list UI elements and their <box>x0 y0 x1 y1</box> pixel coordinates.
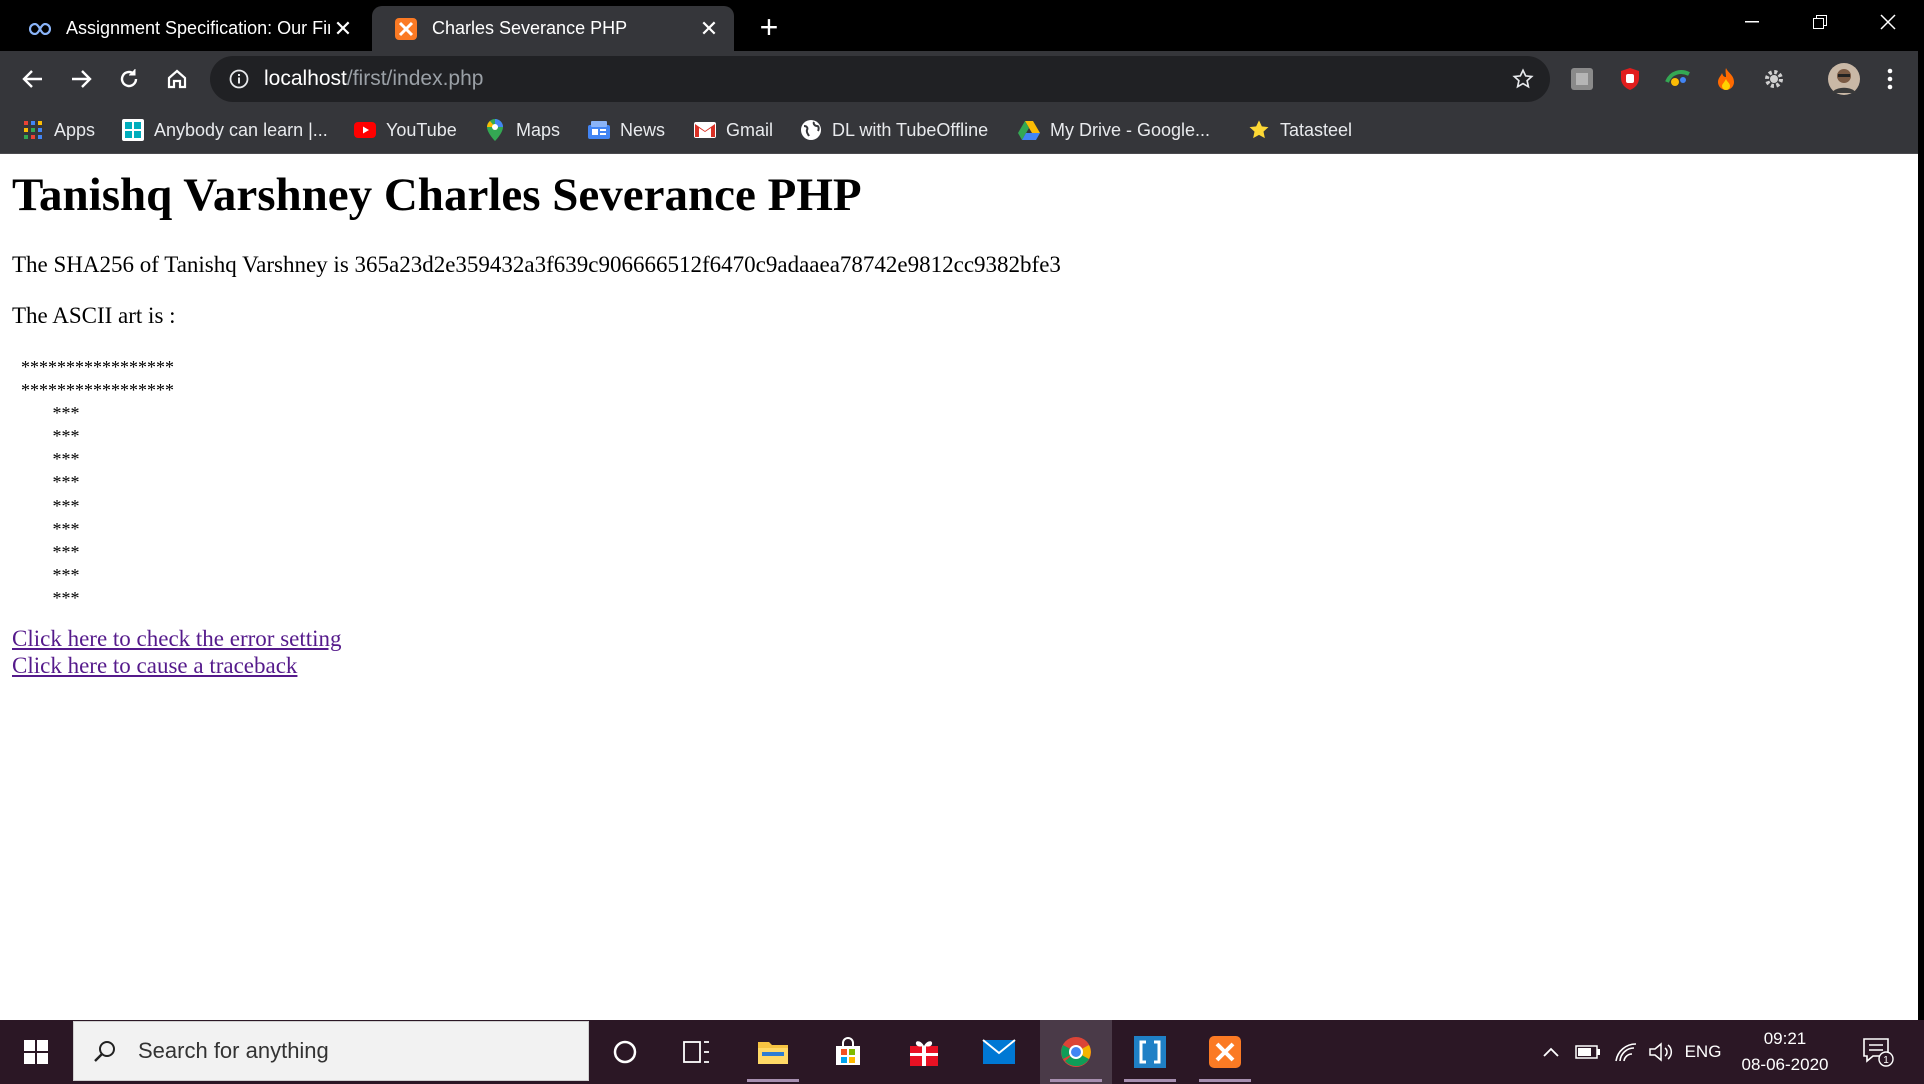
bookmark-label: DL with TubeOffline <box>832 119 989 140</box>
task-view-icon[interactable] <box>661 1020 733 1084</box>
traceback-link[interactable]: Click here to cause a traceback <box>12 653 297 679</box>
system-clock[interactable]: 09:21 08-06-2020 <box>1730 1026 1840 1078</box>
bookmark-label: Gmail <box>726 119 774 140</box>
tab-title: Assignment Specification: Our Fir <box>66 18 330 38</box>
url-path: /first/index.php <box>346 67 484 90</box>
extension-grey-icon[interactable] <box>1566 63 1598 95</box>
page-heading: Tanishq Varshney Charles Severance PHP <box>12 169 862 221</box>
bookmark-maps[interactable]: Maps <box>484 114 560 146</box>
error-setting-link[interactable]: Click here to check the error setting <box>12 626 342 652</box>
action-center-icon[interactable]: 1 <box>1856 1020 1900 1084</box>
bookmark-news[interactable]: News <box>588 114 665 146</box>
bookmark-label: Anybody can learn |... <box>154 119 328 140</box>
globe-icon <box>800 119 822 141</box>
input-language-indicator[interactable]: ENG <box>1680 1020 1726 1084</box>
ascii-art: ***************** ***************** *** … <box>21 357 174 608</box>
battery-icon[interactable] <box>1572 1020 1604 1084</box>
xampp-taskbar-icon[interactable] <box>1189 1020 1261 1084</box>
colorful-extension-icon[interactable] <box>1662 63 1694 95</box>
gmail-icon <box>694 119 716 141</box>
bookmark-label: News <box>620 119 666 140</box>
xampp-icon <box>394 17 418 41</box>
restore-icon[interactable] <box>1786 0 1854 44</box>
bookmark-youtube[interactable]: YouTube <box>354 114 457 146</box>
minimize-icon[interactable] <box>1718 0 1786 44</box>
bookmark-apps[interactable]: Apps <box>22 114 95 146</box>
gift-app-icon[interactable] <box>888 1020 960 1084</box>
apps-grid-icon <box>22 119 44 141</box>
tab-strip: Assignment Specification: Our Fir ✕ Char… <box>0 0 1924 51</box>
drive-icon <box>1018 119 1040 141</box>
code-org-icon <box>122 119 144 141</box>
bookmark-label: My Drive - Google... <box>1050 119 1211 140</box>
bookmark-dl-with-tubeoffline[interactable]: DL with TubeOffline <box>800 114 988 146</box>
youtube-icon <box>354 119 376 141</box>
star-bookmark-icon <box>1248 119 1270 141</box>
back-arrow-icon[interactable] <box>15 61 51 97</box>
search-placeholder: Search for anything <box>138 1038 329 1063</box>
clock-time: 09:21 <box>1763 1029 1807 1048</box>
search-icon <box>90 1036 120 1066</box>
windows-taskbar: Search for anything ENG 09:21 08-06-2020 <box>0 1020 1924 1084</box>
microsoft-store-icon[interactable] <box>812 1020 884 1084</box>
windows-start-icon[interactable] <box>0 1020 72 1084</box>
maps-pin-icon <box>484 119 506 141</box>
bookmark-gmail[interactable]: Gmail <box>694 114 773 146</box>
bookmark-tatasteel[interactable]: Tatasteel <box>1248 114 1352 146</box>
show-hidden-icons-chevron-icon[interactable] <box>1536 1020 1566 1084</box>
bookmark-label: Tatasteel <box>1280 119 1353 140</box>
chrome-menu-icon[interactable] <box>1874 63 1906 95</box>
bookmark-my-drive[interactable]: My Drive - Google... <box>1018 114 1210 146</box>
taskbar-search-box[interactable]: Search for anything <box>73 1021 589 1081</box>
bookmark-anybody-can-learn[interactable]: Anybody can learn |... <box>122 114 328 146</box>
new-tab-plus-icon[interactable]: + <box>752 10 786 44</box>
mail-icon[interactable] <box>963 1020 1035 1084</box>
page-content: Tanishq Varshney Charles Severance PHP T… <box>0 154 1918 1020</box>
tab-close-icon[interactable]: ✕ <box>696 16 722 42</box>
forward-arrow-icon[interactable] <box>63 61 99 97</box>
news-icon <box>588 119 610 141</box>
wifi-icon[interactable] <box>1610 1020 1642 1084</box>
adblock-shield-icon[interactable] <box>1614 63 1646 95</box>
sha256-text: The SHA256 of Tanishq Varshney is 365a23… <box>12 252 1061 277</box>
profile-avatar[interactable] <box>1826 61 1862 97</box>
home-icon[interactable] <box>159 61 195 97</box>
cortana-icon[interactable] <box>589 1020 661 1084</box>
volume-icon[interactable] <box>1645 1020 1677 1084</box>
window-edge <box>1918 0 1924 1084</box>
brackets-editor-icon[interactable] <box>1114 1020 1186 1084</box>
file-explorer-icon[interactable] <box>737 1020 809 1084</box>
ascii-art-label: The ASCII art is : <box>12 303 176 328</box>
bookmark-label: Maps <box>516 119 561 140</box>
tab-title: Charles Severance PHP <box>432 18 628 38</box>
address-bar[interactable]: localhost/first/index.php <box>210 56 1550 102</box>
flame-extension-icon[interactable] <box>1710 63 1742 95</box>
url-text: localhost/first/index.php <box>264 67 483 91</box>
tab-charles-severance-php[interactable]: Charles Severance PHP ✕ <box>372 6 734 51</box>
chrome-taskbar-icon[interactable] <box>1040 1020 1112 1084</box>
bookmark-label: YouTube <box>386 119 457 140</box>
bookmark-star-icon[interactable] <box>1508 64 1538 94</box>
clock-date: 08-06-2020 <box>1741 1055 1829 1074</box>
tab-close-icon[interactable]: ✕ <box>330 16 356 42</box>
bookmark-label: Apps <box>54 119 96 140</box>
notification-count-badge: 1 <box>1883 1055 1889 1066</box>
reload-icon[interactable] <box>111 61 147 97</box>
gear-extension-icon[interactable] <box>1758 63 1790 95</box>
coursera-infinity-icon <box>28 17 52 41</box>
url-host: localhost <box>264 67 347 90</box>
close-window-icon[interactable] <box>1854 0 1922 44</box>
site-info-icon[interactable] <box>224 64 254 94</box>
tab-assignment-specification[interactable]: Assignment Specification: Our Fir ✕ <box>6 6 368 51</box>
browser-toolbar: localhost/first/index.php <box>0 51 1924 106</box>
bookmarks-bar: Apps Anybody can learn |... YouTube Maps… <box>0 106 1924 154</box>
